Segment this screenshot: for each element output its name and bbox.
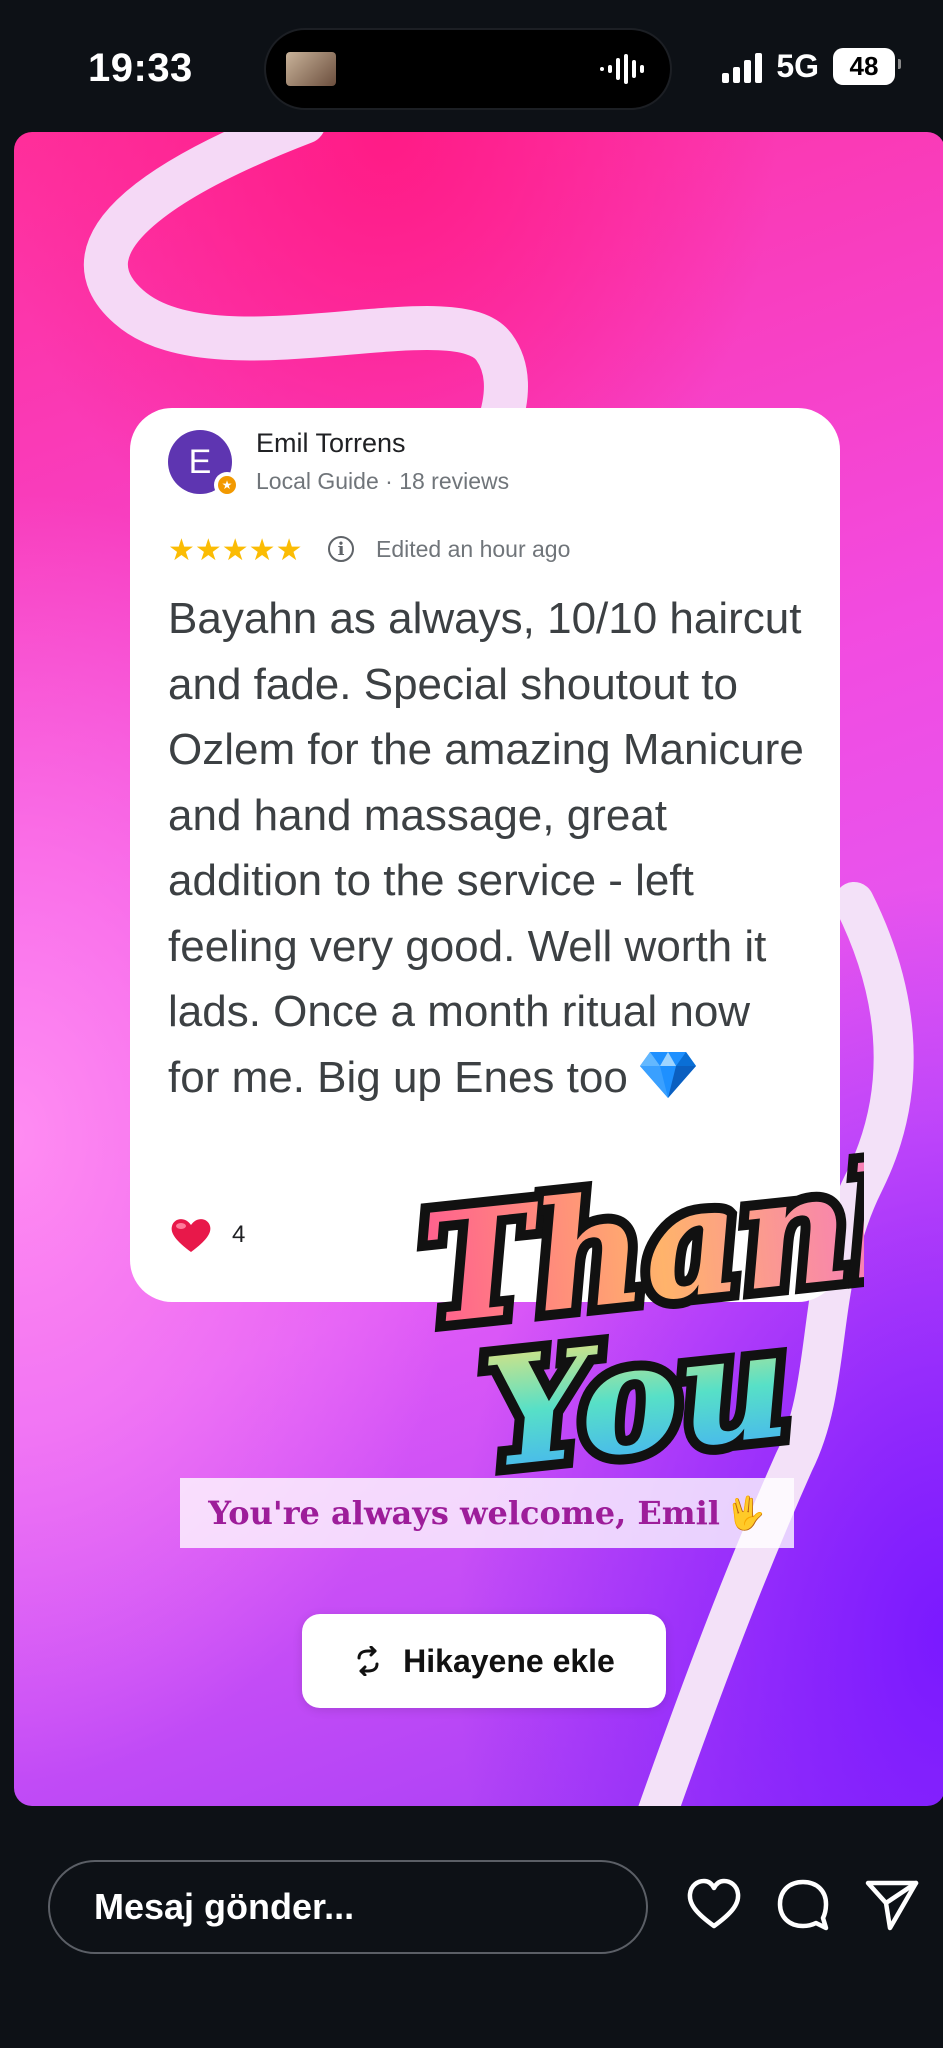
reviewer-name: Emil Torrens bbox=[256, 428, 406, 458]
add-to-story-button[interactable]: Hikayene ekle bbox=[302, 1614, 666, 1708]
thank-you-sticker[interactable]: Thank You bbox=[404, 1132, 864, 1532]
status-indicators: 5G 48 bbox=[722, 48, 901, 85]
comment-bubble-icon[interactable] bbox=[776, 1878, 830, 1932]
dynamic-island[interactable] bbox=[264, 28, 672, 110]
send-icon[interactable] bbox=[864, 1878, 920, 1932]
message-input[interactable]: Mesaj gönder... bbox=[48, 1860, 648, 1954]
info-icon: i bbox=[328, 536, 354, 562]
local-guide-badge-icon: ★ bbox=[214, 472, 240, 498]
battery-indicator: 48 bbox=[833, 48, 901, 85]
media-thumbnail bbox=[286, 52, 336, 86]
status-time: 19:33 bbox=[88, 46, 193, 90]
network-type: 5G bbox=[776, 48, 819, 84]
heart-icon[interactable] bbox=[686, 1878, 742, 1930]
likes[interactable]: 4 bbox=[170, 1216, 245, 1254]
review-text: Bayahn as always, 10/10 haircut and fade… bbox=[168, 586, 808, 1110]
caption-sticker: You're always welcome, Emil 🖖 bbox=[180, 1478, 794, 1548]
likes-count: 4 bbox=[232, 1221, 246, 1248]
story-canvas[interactable]: E ★ Emil Torrens Local Guide · 18 review… bbox=[14, 132, 943, 1806]
edited-time: Edited an hour ago bbox=[376, 536, 571, 562]
star-rating: ★★★★★ bbox=[168, 534, 303, 567]
gem-icon bbox=[640, 1051, 697, 1098]
reviewer-meta: Local Guide · 18 reviews bbox=[256, 468, 510, 494]
sticker-line-2: You bbox=[476, 1295, 796, 1502]
caption-text: You're always welcome, Emil bbox=[208, 1494, 720, 1532]
repost-icon bbox=[357, 1646, 379, 1676]
review-body: Bayahn as always, 10/10 haircut and fade… bbox=[168, 594, 804, 1102]
audio-waveform-icon bbox=[600, 54, 644, 84]
cellular-signal-icon bbox=[722, 51, 763, 83]
add-to-story-label: Hikayene ekle bbox=[403, 1642, 615, 1679]
vulcan-salute-emoji: 🖖 bbox=[725, 1494, 766, 1532]
heart-reaction-icon bbox=[171, 1219, 211, 1252]
